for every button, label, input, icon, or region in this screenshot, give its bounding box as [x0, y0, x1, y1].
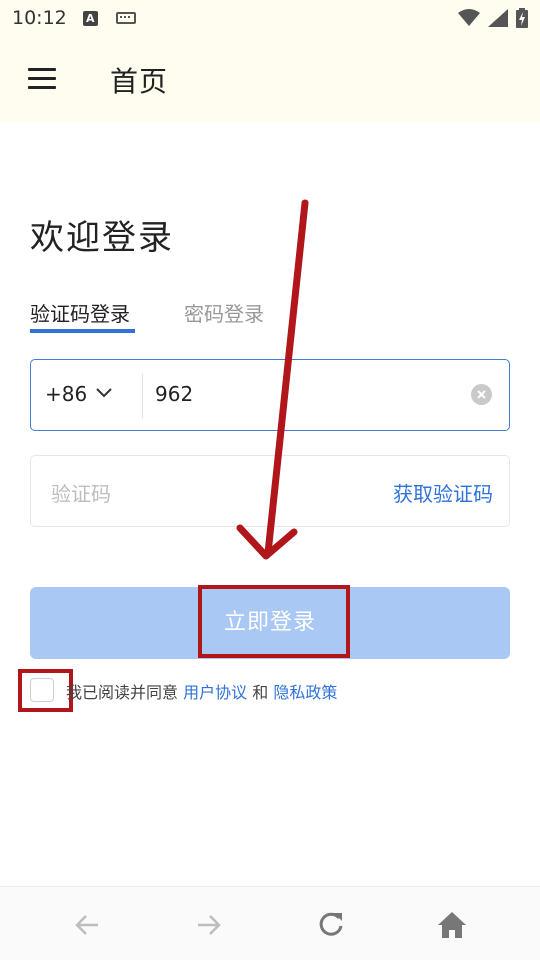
status-bar: 10:12 A [0, 0, 540, 36]
user-agreement-link[interactable]: 用户协议 [183, 683, 247, 702]
active-tab-indicator [30, 329, 135, 333]
phone-input-box: +86 962 [30, 359, 510, 431]
refresh-icon[interactable] [315, 909, 347, 941]
tab-sms-code-login[interactable]: 验证码登录 [30, 298, 130, 327]
home-icon[interactable] [436, 909, 468, 941]
a-notification-icon: A [82, 10, 98, 26]
phone-number-input[interactable]: 962 [155, 382, 193, 406]
chevron-down-icon[interactable] [95, 384, 113, 402]
verification-code-box: 验证码 获取验证码 [30, 455, 510, 527]
wifi-icon [458, 9, 480, 26]
tab-password-login[interactable]: 密码登录 [184, 298, 264, 327]
welcome-heading: 欢迎登录 [30, 218, 174, 258]
verification-code-input[interactable]: 验证码 [51, 478, 111, 507]
app-header: 首页 [0, 36, 540, 122]
get-code-button[interactable]: 获取验证码 [393, 478, 493, 507]
agreement-text: 我已阅读并同意 用户协议 和 隐私政策 [66, 679, 337, 703]
bottom-nav-bar [0, 886, 540, 960]
agreement-checkbox[interactable] [30, 678, 54, 702]
forward-arrow-icon[interactable] [192, 909, 224, 941]
agreement-and: 和 [252, 683, 269, 702]
hamburger-menu-icon[interactable] [28, 68, 56, 90]
signal-icon [488, 9, 508, 27]
divider [142, 374, 143, 418]
login-button[interactable]: 立即登录 [30, 587, 510, 659]
privacy-policy-link[interactable]: 隐私政策 [273, 683, 337, 702]
status-time: 10:12 [12, 7, 67, 29]
back-arrow-icon[interactable] [72, 909, 104, 941]
status-right-icons [458, 8, 528, 28]
agreement-prefix: 我已阅读并同意 [66, 683, 179, 702]
page-title: 首页 [110, 65, 169, 98]
clear-circle-icon[interactable] [471, 384, 492, 405]
battery-charging-icon [516, 8, 528, 28]
country-code-select[interactable]: +86 [45, 382, 87, 406]
keyboard-icon [115, 12, 136, 24]
